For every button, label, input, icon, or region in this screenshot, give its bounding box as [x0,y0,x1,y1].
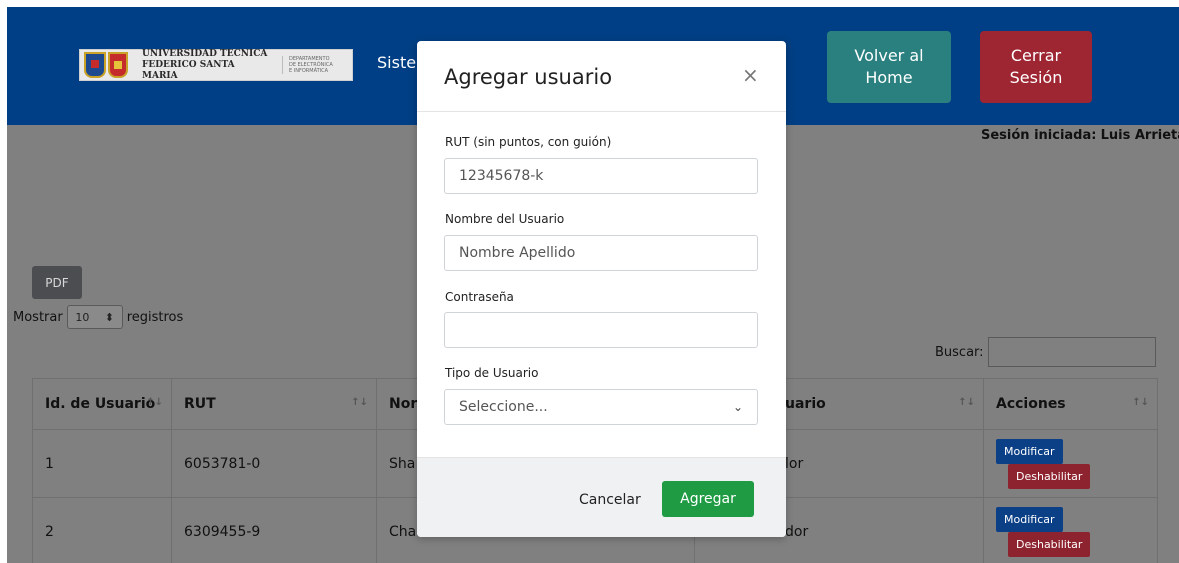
sort-icon: ↑↓ [351,397,368,408]
show-label: Mostrar [13,309,63,325]
name-label: Nombre del Usuario [445,212,565,226]
modal-header: Agregar usuario × [417,41,786,112]
logout-button[interactable]: Cerrar Sesión [980,31,1092,103]
sort-icon: ↑↓ [146,397,163,408]
university-line-2: FEDERICO SANTA MARIA [142,59,235,81]
nav-system-title: Siste [377,53,417,72]
chevron-down-icon: ⌄ [732,400,743,414]
page-length-control: Mostrar 10 ⬍ registros [13,305,183,329]
disable-button[interactable]: Deshabilitar [1008,463,1091,489]
university-line-1: UNIVERSIDAD TECNICA [142,48,268,59]
crest-shield-right [108,52,128,78]
cell-actions: ModificarDeshabilitar [983,429,1158,498]
disable-button[interactable]: Deshabilitar [1008,531,1091,557]
column-header-rut[interactable]: RUT ↑↓ [171,378,377,430]
logout-button-line-2: Sesión [1009,68,1063,87]
session-info: Sesión iniciada: Luis Arrieta [981,128,1179,143]
pdf-export-button[interactable]: PDF [32,266,82,299]
modal-title: Agregar usuario [444,65,613,89]
department-line-3: E INFORMÁTICA [289,68,329,74]
user-type-value: Seleccione... [459,399,548,415]
cell-actions: ModificarDeshabilitar [983,497,1158,563]
cell-id: 2 [32,497,172,563]
records-label: registros [126,309,184,325]
table-search: Buscar: [935,337,1156,367]
page-length-select[interactable]: 10 ⬍ [66,305,123,329]
home-button-line-2: Home [865,68,913,87]
logout-button-line-1: Cerrar [1010,46,1062,65]
cell-rut: 6309455-9 [171,497,377,563]
password-label: Contraseña [445,290,514,304]
search-label: Buscar: [935,344,984,360]
close-icon[interactable]: × [742,63,759,87]
search-input[interactable] [987,337,1156,367]
crest-icon [84,50,134,80]
updown-icon: ⬍ [104,310,114,324]
column-header-id[interactable]: Id. de Usuario ↑↓ [32,378,172,430]
column-header-actions[interactable]: Acciones ↑↓ [983,378,1158,430]
user-type-label: Tipo de Usuario [445,366,539,380]
cell-rut: 6053781-0 [171,429,377,498]
add-user-modal: Agregar usuario × RUT (sin puntos, con g… [417,41,786,537]
rut-label: RUT (sin puntos, con guión) [445,135,612,149]
rut-input[interactable]: 12345678-k [444,158,758,194]
password-input[interactable] [444,312,758,348]
modify-button[interactable]: Modificar [996,506,1063,532]
page-length-value: 10 [75,310,90,324]
name-input[interactable]: Nombre Apellido [444,235,758,271]
session-user: Luis Arrieta [1100,128,1179,143]
modify-button[interactable]: Modificar [996,438,1063,464]
user-type-select[interactable]: Seleccione... ⌄ [444,389,758,425]
add-button[interactable]: Agregar [662,481,754,517]
page-background: UNIVERSIDAD TECNICA FEDERICO SANTA MARIA… [7,7,1179,563]
sort-icon: ↑↓ [1132,397,1149,408]
department-name: DEPARTAMENTO DE ELECTRÓNICA E INFORMÁTIC… [282,56,342,74]
cell-id: 1 [32,429,172,498]
session-label: Sesión iniciada: [981,128,1097,143]
university-name: UNIVERSIDAD TECNICA FEDERICO SANTA MARIA [142,49,272,82]
cancel-button[interactable]: Cancelar [579,492,641,508]
sort-icon: ↑↓ [958,397,975,408]
university-logo[interactable]: UNIVERSIDAD TECNICA FEDERICO SANTA MARIA… [79,49,353,81]
crest-shield-left [84,52,106,78]
home-button-line-1: Volver al [854,46,924,65]
modal-footer: Cancelar Agregar [417,457,786,537]
home-button[interactable]: Volver al Home [827,31,951,103]
